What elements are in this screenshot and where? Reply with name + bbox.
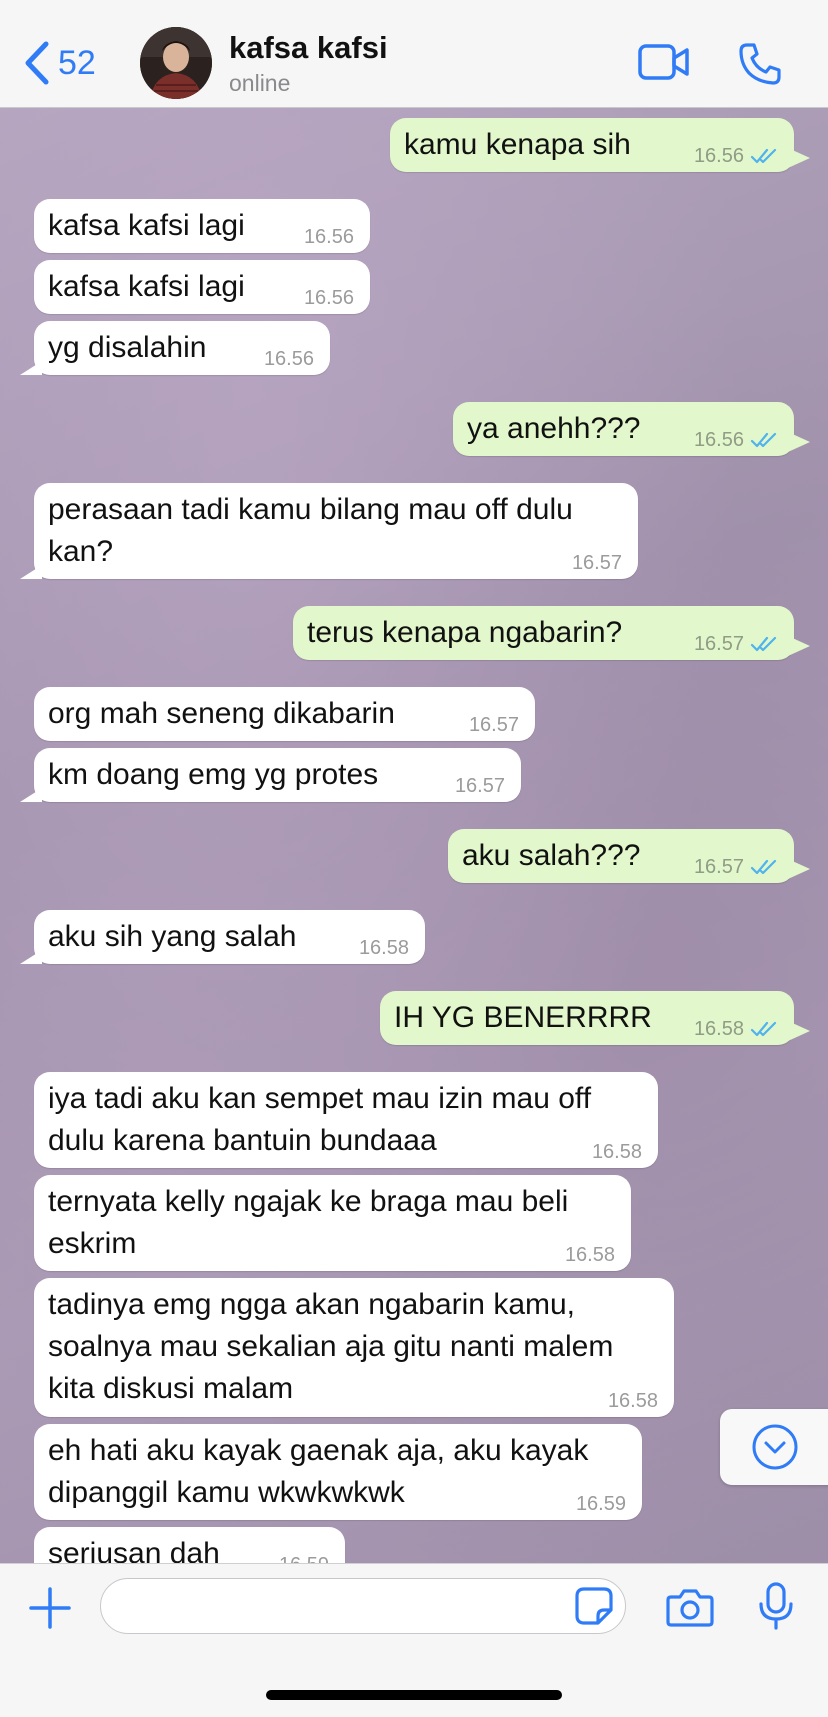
- message-incoming[interactable]: perasaan tadi kamu bilang mau off dulu k…: [20, 483, 638, 579]
- bubble-tail: [20, 950, 42, 964]
- message-incoming[interactable]: aku sih yang salah 16.58: [20, 910, 425, 964]
- unread-count: 52: [58, 43, 96, 82]
- message-time: 16.58: [358, 937, 409, 959]
- message-incoming[interactable]: kafsa kafsi lagi 16.56: [34, 199, 370, 253]
- bubble-tail: [788, 1021, 810, 1041]
- message-input[interactable]: [100, 1578, 626, 1634]
- message-time: 16.56: [303, 287, 354, 309]
- message-text: aku sih yang salah: [48, 920, 297, 953]
- chevron-down-circle-icon: [752, 1424, 798, 1470]
- read-ticks-icon: [750, 432, 777, 448]
- message-outgoing[interactable]: aku salah??? 16.57: [448, 829, 810, 883]
- bubble-tail: [20, 361, 42, 375]
- message-time: 16.57: [571, 552, 622, 574]
- read-ticks-icon: [750, 148, 777, 164]
- back-button[interactable]: 52: [24, 40, 96, 86]
- camera-icon: [666, 1589, 714, 1627]
- plus-icon: [29, 1587, 71, 1629]
- bubble-tail: [788, 636, 810, 656]
- chat-header: 52 kafsa kafsi online: [0, 0, 828, 108]
- message-time: 16.58: [693, 1018, 744, 1040]
- bubble-tail: [788, 148, 810, 168]
- video-camera-icon: [638, 44, 689, 80]
- chat-area[interactable]: kamu kenapa sih 16.56 kafsa kafsi lagi 1…: [0, 108, 828, 1563]
- message-time: 16.56: [303, 226, 354, 248]
- message-outgoing[interactable]: ya anehh??? 16.56: [453, 402, 810, 456]
- message-time: 16.59: [279, 1555, 329, 1563]
- voice-call-button[interactable]: [738, 42, 782, 91]
- message-incoming[interactable]: km doang emg yg protes 16.57: [20, 748, 521, 802]
- message-time: 16.57: [693, 633, 744, 655]
- message-text: iya tadi aku kan sempet mau izin mau off…: [48, 1082, 592, 1157]
- message-time: 16.58: [564, 1244, 615, 1266]
- phone-icon: [739, 43, 781, 85]
- message-incoming[interactable]: eh hati aku kayak gaenak aja, aku kayak …: [34, 1424, 642, 1520]
- message-text: km doang emg yg protes: [48, 758, 379, 791]
- video-call-button[interactable]: [638, 42, 690, 87]
- message-incoming[interactable]: ternyata kelly ngajak ke braga mau beli …: [34, 1175, 631, 1271]
- read-ticks-icon: [750, 1021, 777, 1037]
- message-composer: [0, 1563, 828, 1717]
- message-text: org mah seneng dikabarin: [48, 697, 395, 730]
- message-text: tadinya emg ngga akan ngabarin kamu, soa…: [48, 1288, 614, 1405]
- message-text: ternyata kelly ngajak ke braga mau beli …: [48, 1185, 569, 1260]
- message-outgoing[interactable]: terus kenapa ngabarin? 16.57: [293, 606, 810, 660]
- bubble-tail: [788, 432, 810, 452]
- message-text: eh hati aku kayak gaenak aja, aku kayak …: [48, 1434, 589, 1509]
- camera-button[interactable]: [666, 1586, 714, 1633]
- voice-message-button[interactable]: [758, 1582, 794, 1635]
- message-time: 16.56: [263, 348, 314, 370]
- contact-status: online: [229, 70, 291, 96]
- message-time: 16.56: [693, 145, 744, 167]
- message-time: 16.58: [591, 1141, 642, 1163]
- message-outgoing[interactable]: kamu kenapa sih 16.56: [390, 118, 810, 172]
- read-ticks-icon: [750, 859, 777, 875]
- attach-button[interactable]: [28, 1586, 72, 1635]
- contact-name[interactable]: kafsa kafsi: [229, 30, 388, 66]
- sticker-button[interactable]: [574, 1586, 614, 1631]
- message-time: 16.57: [468, 714, 519, 736]
- message-time: 16.56: [693, 429, 744, 451]
- bubble-tail: [20, 788, 42, 802]
- message-time: 16.57: [693, 856, 744, 878]
- message-outgoing[interactable]: IH YG BENERRRR 16.58: [380, 991, 810, 1045]
- message-incoming[interactable]: seriusan dah 16.59: [34, 1527, 345, 1563]
- message-incoming[interactable]: org mah seneng dikabarin 16.57: [34, 687, 535, 741]
- bubble-tail: [788, 859, 810, 879]
- read-ticks-icon: [750, 636, 777, 652]
- message-incoming[interactable]: tadinya emg ngga akan ngabarin kamu, soa…: [34, 1278, 674, 1417]
- message-incoming[interactable]: kafsa kafsi lagi 16.56: [34, 260, 370, 314]
- message-time: 16.57: [454, 775, 505, 797]
- chevron-left-icon: [25, 41, 49, 85]
- sticker-icon: [575, 1587, 613, 1625]
- message-text: perasaan tadi kamu bilang mau off dulu k…: [48, 493, 573, 568]
- home-indicator[interactable]: [266, 1690, 562, 1700]
- message-incoming[interactable]: yg disalahin 16.56: [20, 321, 330, 375]
- avatar[interactable]: [140, 27, 212, 99]
- message-time: 16.58: [607, 1390, 658, 1412]
- microphone-icon: [759, 1582, 793, 1630]
- scroll-to-bottom-button[interactable]: [720, 1409, 828, 1485]
- bubble-tail: [20, 565, 42, 579]
- message-time: 16.59: [575, 1493, 626, 1515]
- avatar-image: [140, 27, 212, 99]
- message-incoming[interactable]: iya tadi aku kan sempet mau izin mau off…: [34, 1072, 658, 1168]
